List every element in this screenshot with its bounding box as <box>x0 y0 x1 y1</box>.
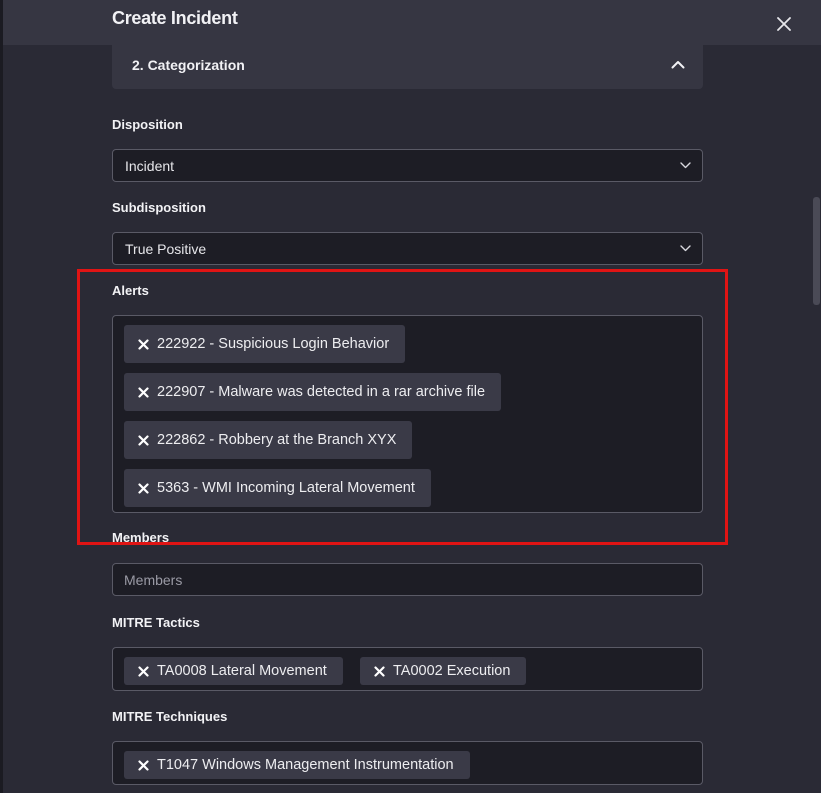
alerts-multiselect[interactable]: 222922 - Suspicious Login Behavior 22290… <box>112 315 703 513</box>
tactic-tag-label: TA0002 Execution <box>393 663 511 679</box>
remove-tag-icon[interactable] <box>138 759 149 771</box>
close-button[interactable] <box>772 12 796 36</box>
mitre-tactics-multiselect[interactable]: TA0008 Lateral Movement TA0002 Execution <box>112 647 703 691</box>
alert-tag-label: 5363 - WMI Incoming Lateral Movement <box>157 480 415 496</box>
members-input[interactable] <box>112 563 703 596</box>
modal-title: Create Incident <box>112 8 238 28</box>
disposition-select[interactable]: Incident <box>112 149 703 182</box>
remove-tag-icon[interactable] <box>374 665 385 677</box>
disposition-label: Disposition <box>112 117 183 132</box>
chevron-up-icon[interactable] <box>671 60 685 69</box>
alert-tag: 222862 - Robbery at the Branch XYX <box>124 421 413 459</box>
tactic-tag: TA0008 Lateral Movement <box>124 657 343 685</box>
technique-tag-label: T1047 Windows Management Instrumentation <box>157 757 454 773</box>
remove-tag-icon[interactable] <box>138 665 149 677</box>
remove-tag-icon[interactable] <box>138 338 149 350</box>
remove-tag-icon[interactable] <box>138 386 149 398</box>
subdisposition-select[interactable]: True Positive <box>112 232 703 265</box>
close-icon <box>777 17 791 31</box>
alert-tag-label: 222922 - Suspicious Login Behavior <box>157 336 390 352</box>
subdisposition-value: True Positive <box>125 240 207 257</box>
mitre-techniques-multiselect[interactable]: T1047 Windows Management Instrumentation <box>112 741 703 785</box>
chevron-down-icon <box>680 162 691 169</box>
alert-tag-label: 222862 - Robbery at the Branch XYX <box>157 432 397 448</box>
section-categorization-header[interactable]: 2. Categorization <box>112 40 703 89</box>
backdrop <box>0 0 3 793</box>
technique-tag: T1047 Windows Management Instrumentation <box>124 751 470 779</box>
mitre-tactics-label: MITRE Tactics <box>112 615 200 630</box>
members-label: Members <box>112 530 170 542</box>
tactic-tag: TA0002 Execution <box>360 657 527 685</box>
scrollbar-thumb[interactable] <box>813 197 820 305</box>
subdisposition-label: Subdisposition <box>112 200 206 215</box>
tactic-tag-label: TA0008 Lateral Movement <box>157 663 327 679</box>
members-label-wrapper: Members <box>112 530 312 542</box>
section-title: 2. Categorization <box>132 56 245 73</box>
disposition-value: Incident <box>125 157 175 174</box>
remove-tag-icon[interactable] <box>138 434 149 446</box>
remove-tag-icon[interactable] <box>138 482 149 494</box>
alerts-label: Alerts <box>112 283 149 298</box>
alert-tag: 222907 - Malware was detected in a rar a… <box>124 373 502 411</box>
chevron-down-icon <box>680 245 691 252</box>
alert-tag: 222922 - Suspicious Login Behavior <box>124 325 406 363</box>
alert-tag: 5363 - WMI Incoming Lateral Movement <box>124 469 431 507</box>
mitre-techniques-label: MITRE Techniques <box>112 709 228 724</box>
alert-tag-label: 222907 - Malware was detected in a rar a… <box>157 384 486 400</box>
